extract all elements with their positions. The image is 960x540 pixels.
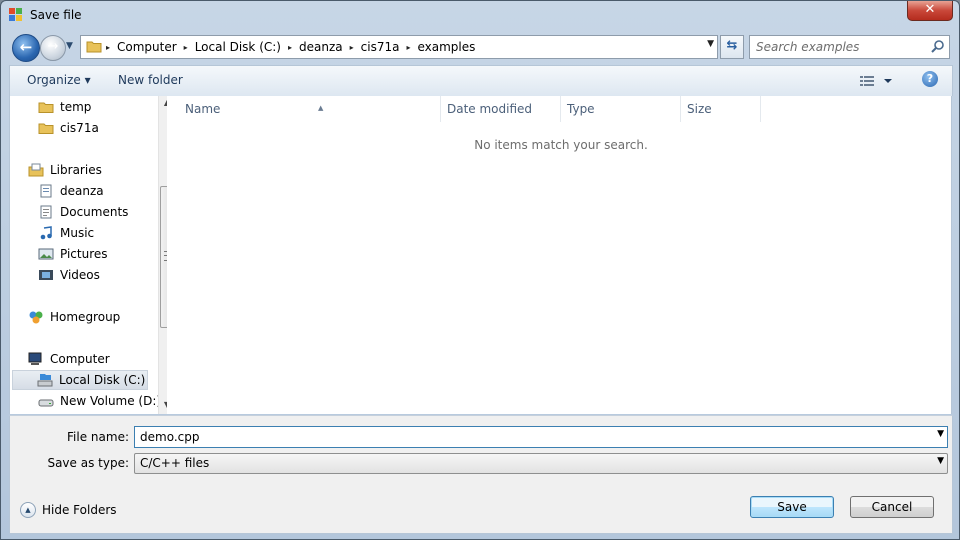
breadcrumb-separator-icon[interactable]: ▸: [350, 43, 354, 52]
column-header-date-modified[interactable]: Date modified: [441, 96, 561, 122]
window-title: Save file: [30, 8, 82, 22]
folder-icon: [38, 99, 54, 115]
chevron-down-icon: ▼: [937, 456, 944, 466]
homegroup-icon: [28, 309, 44, 325]
nav-item-libraries[interactable]: Libraries: [28, 160, 102, 180]
address-dropdown-icon[interactable]: ▼: [707, 39, 714, 49]
search-input[interactable]: [756, 39, 926, 55]
breadcrumb-item[interactable]: Local Disk (C:): [195, 40, 281, 54]
navigation-pane: temp cis71a Libraries deanza Documents Music P…: [9, 96, 168, 414]
close-button[interactable]: ✕: [907, 1, 953, 21]
breadcrumb-separator-icon[interactable]: ▸: [288, 43, 292, 52]
nav-item-videos[interactable]: Videos: [38, 265, 100, 285]
search-icon[interactable]: [931, 39, 945, 53]
change-view-button[interactable]: [860, 73, 900, 89]
nav-item-label: New Volume (D:): [60, 394, 162, 408]
computer-icon: [28, 351, 44, 367]
nav-item-homegroup[interactable]: Homegroup: [28, 307, 120, 327]
sort-ascending-icon: ▲: [318, 104, 324, 112]
cancel-button[interactable]: Cancel: [850, 496, 934, 518]
save-as-type-select[interactable]: C/C++ files ▼: [134, 453, 948, 474]
nav-item-label: Computer: [50, 352, 110, 366]
breadcrumb-item[interactable]: Computer: [117, 40, 177, 54]
nav-item-documents[interactable]: Documents: [38, 202, 128, 222]
new-folder-button[interactable]: New folder: [118, 73, 183, 87]
file-name-combobox[interactable]: ▼: [134, 426, 948, 448]
file-list[interactable]: Name ▲ Date modified Type Size No items …: [167, 96, 952, 414]
hide-folders-label: Hide Folders: [42, 503, 117, 517]
forward-button[interactable]: →: [40, 35, 66, 61]
breadcrumb-item[interactable]: deanza: [299, 40, 343, 54]
nav-item-label: temp: [60, 100, 92, 114]
nav-item-pictures[interactable]: Pictures: [38, 244, 108, 264]
drive-icon: [38, 393, 54, 409]
folder-icon: [38, 120, 54, 136]
refresh-button[interactable]: ⇆: [720, 35, 744, 59]
column-header-size[interactable]: Size: [681, 96, 761, 122]
save-as-type-label: Save as type:: [47, 456, 129, 470]
folder-icon: [86, 41, 102, 53]
recent-pages-dropdown[interactable]: ▼: [66, 39, 76, 53]
documents-icon: [38, 204, 54, 220]
local-disk-icon: [37, 372, 53, 388]
search-box[interactable]: [749, 35, 950, 59]
nav-item-music[interactable]: Music: [38, 223, 94, 243]
nav-item-label: Pictures: [60, 247, 108, 261]
save-file-dialog: Save file ✕ ← → ▼ ▸ Computer ▸ Local Disk (…: [0, 0, 960, 540]
save-button[interactable]: Save: [750, 496, 834, 518]
file-name-label: File name:: [67, 430, 129, 444]
breadcrumb-separator-icon[interactable]: ▸: [106, 43, 110, 52]
videos-icon: [38, 267, 54, 283]
music-icon: [38, 225, 54, 241]
nav-item-label: cis71a: [60, 121, 99, 135]
chevron-down-icon[interactable]: ▼: [937, 429, 944, 439]
app-icon: [9, 8, 23, 22]
dialog-footer: ▲ Hide Folders Save Cancel: [9, 478, 953, 534]
view-list-icon: [860, 76, 892, 86]
nav-item-new-volume-d[interactable]: New Volume (D:): [38, 391, 161, 411]
hide-folders-button[interactable]: ▲ Hide Folders: [20, 502, 117, 518]
pictures-icon: [38, 246, 54, 262]
nav-item-label: Homegroup: [50, 310, 121, 324]
nav-item-label: Videos: [60, 268, 100, 282]
breadcrumb-item[interactable]: examples: [417, 40, 475, 54]
empty-message: No items match your search.: [474, 138, 648, 152]
organize-button[interactable]: Organize ▾: [27, 73, 91, 87]
nav-item-local-disk-c[interactable]: Local Disk (C:): [12, 370, 148, 390]
breadcrumb-item[interactable]: cis71a: [361, 40, 400, 54]
title-bar[interactable]: Save file ✕: [1, 1, 959, 31]
save-options-panel: File name: ▼ Save as type: C/C++ files ▼: [9, 415, 953, 479]
address-bar[interactable]: ▸ Computer ▸ Local Disk (C:) ▸ deanza ▸ cis71a ▸…: [80, 35, 718, 59]
column-header-name[interactable]: Name ▲: [179, 96, 441, 122]
breadcrumb-separator-icon[interactable]: ▸: [184, 43, 188, 52]
save-as-type-value: C/C++ files: [140, 456, 210, 470]
nav-item-label: deanza: [60, 184, 104, 198]
column-header-type[interactable]: Type: [561, 96, 681, 122]
breadcrumb-separator-icon[interactable]: ▸: [406, 43, 410, 52]
nav-item-cis71a[interactable]: cis71a: [38, 118, 99, 138]
breadcrumb: ▸ Computer ▸ Local Disk (C:) ▸ deanza ▸ cis71a ▸…: [105, 36, 481, 58]
nav-item-deanza[interactable]: deanza: [38, 181, 104, 201]
nav-item-label: Documents: [60, 205, 129, 219]
back-button[interactable]: ←: [12, 34, 40, 62]
nav-item-label: Libraries: [50, 163, 102, 177]
nav-item-label: Local Disk (C:): [59, 373, 146, 387]
command-bar: Organize ▾ New folder ?: [9, 65, 953, 96]
address-row: ← → ▼ ▸ Computer ▸ Local Disk (C:) ▸ deanza ▸ c…: [1, 31, 959, 63]
library-document-icon: [38, 183, 54, 199]
help-button[interactable]: ?: [922, 71, 938, 87]
libraries-icon: [28, 162, 44, 178]
file-name-input[interactable]: [140, 429, 920, 445]
nav-item-computer[interactable]: Computer: [28, 349, 110, 369]
chevron-up-icon: ▲: [20, 502, 36, 518]
nav-item-temp[interactable]: temp: [38, 97, 91, 117]
nav-item-label: Music: [60, 226, 95, 240]
